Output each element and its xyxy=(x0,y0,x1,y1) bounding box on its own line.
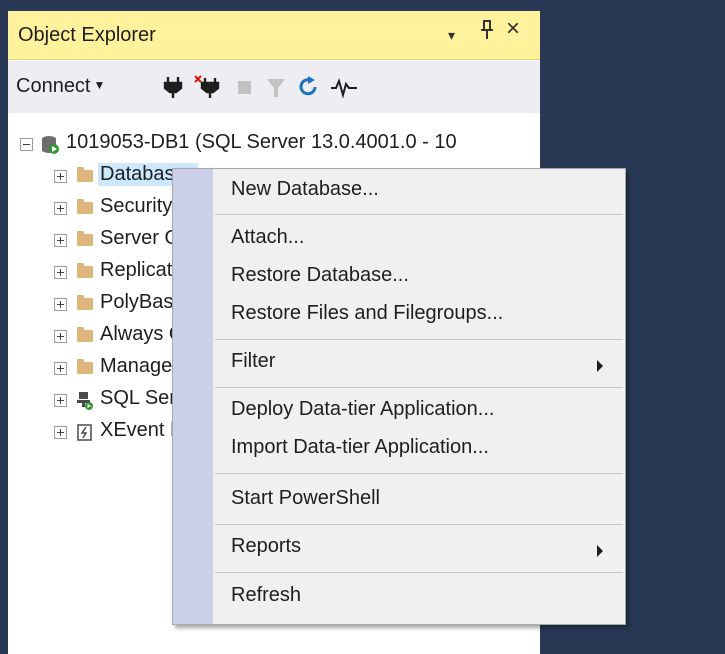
menu-separator xyxy=(215,572,623,573)
expand-icon[interactable] xyxy=(54,394,67,407)
folder-icon xyxy=(77,167,93,182)
menu-item-reports[interactable]: Reports xyxy=(231,535,301,558)
window-position-dropdown-icon[interactable]: ▾ xyxy=(448,23,455,47)
menu-item-import-data-tier[interactable]: Import Data-tier Application... xyxy=(231,436,489,459)
menu-item-restore-database[interactable]: Restore Database... xyxy=(231,264,409,287)
expand-icon[interactable] xyxy=(54,234,67,247)
connect-plug-icon[interactable] xyxy=(162,75,184,99)
panel-title-bar[interactable]: Object Explorer ▾ × xyxy=(8,11,540,60)
chevron-down-icon: ▼ xyxy=(93,78,106,92)
expand-icon[interactable] xyxy=(54,202,67,215)
server-icon xyxy=(42,136,59,154)
expand-icon[interactable] xyxy=(54,362,67,375)
menu-item-attach[interactable]: Attach... xyxy=(231,226,304,249)
tree-server-node[interactable]: 1019053-DB1 (SQL Server 13.0.4001.0 - 10 xyxy=(8,128,540,160)
pin-icon[interactable] xyxy=(480,20,494,46)
menu-item-refresh[interactable]: Refresh xyxy=(231,584,301,607)
menu-separator xyxy=(215,214,623,215)
folder-icon xyxy=(77,199,93,214)
menu-separator xyxy=(215,473,623,474)
filter-icon[interactable] xyxy=(265,75,287,99)
menu-separator xyxy=(215,524,623,525)
expand-icon[interactable] xyxy=(54,330,67,343)
refresh-icon[interactable] xyxy=(298,75,320,99)
connect-button[interactable]: Connect ▼ xyxy=(16,75,105,98)
menu-separator xyxy=(215,339,623,340)
folder-icon xyxy=(77,359,93,374)
menu-item-deploy-data-tier[interactable]: Deploy Data-tier Application... xyxy=(231,398,494,421)
activity-monitor-icon[interactable] xyxy=(330,75,358,99)
disconnect-icon[interactable] xyxy=(194,75,220,99)
tree-node-label: Security xyxy=(100,195,173,217)
expand-icon[interactable] xyxy=(54,298,67,311)
folder-icon xyxy=(77,327,93,342)
menu-icon-gutter xyxy=(173,169,213,624)
expand-icon[interactable] xyxy=(54,266,67,279)
menu-item-filter[interactable]: Filter xyxy=(231,350,275,373)
folder-icon xyxy=(77,231,93,246)
stop-icon[interactable] xyxy=(234,75,256,99)
folder-icon xyxy=(77,263,93,278)
expand-icon[interactable] xyxy=(54,170,67,183)
submenu-arrow-icon xyxy=(597,545,603,557)
object-explorer-toolbar: Connect ▼ xyxy=(8,61,540,113)
menu-item-restore-files-filegroups[interactable]: Restore Files and Filegroups... xyxy=(231,302,503,325)
collapse-icon[interactable] xyxy=(20,138,33,151)
submenu-arrow-icon xyxy=(597,360,603,372)
connect-label: Connect xyxy=(16,75,91,97)
server-label: 1019053-DB1 (SQL Server 13.0.4001.0 - 10 xyxy=(66,131,457,153)
context-menu: New Database... Attach... Restore Databa… xyxy=(172,168,626,625)
menu-item-start-powershell[interactable]: Start PowerShell xyxy=(231,487,380,510)
close-icon[interactable]: × xyxy=(506,17,520,41)
menu-separator xyxy=(215,387,623,388)
xevent-icon xyxy=(77,424,92,441)
panel-title: Object Explorer xyxy=(18,24,156,46)
folder-icon xyxy=(77,295,93,310)
sql-agent-icon xyxy=(77,392,93,410)
menu-item-new-database[interactable]: New Database... xyxy=(231,178,379,201)
expand-icon[interactable] xyxy=(54,426,67,439)
